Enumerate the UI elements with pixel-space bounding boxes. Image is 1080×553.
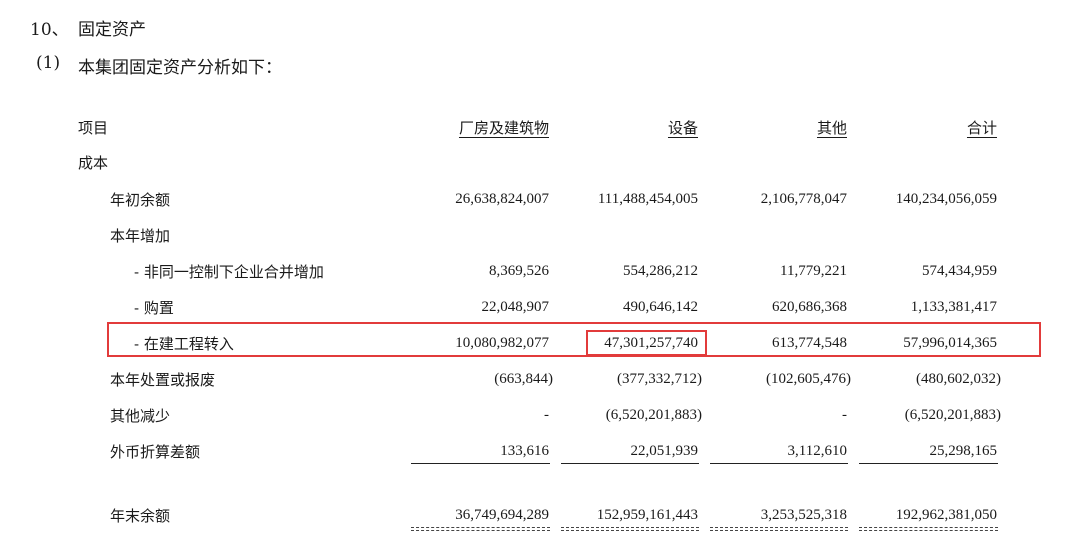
cell-fx-buildings: 133,616 — [500, 443, 549, 459]
total-rule-other-1 — [710, 527, 848, 528]
subtotal-rule-other — [710, 463, 848, 464]
row-label-closing: 年末余额 — [110, 507, 171, 525]
cell-purchase-equipment: 490,646,142 — [623, 299, 698, 315]
cell-otherdec-other: - — [842, 407, 847, 423]
total-rule-buildings-1 — [411, 527, 550, 528]
total-rule-total-2 — [859, 530, 998, 531]
cell-fx-total: 25,298,165 — [929, 443, 998, 459]
cell-disposal-other: (102,605,476) — [766, 371, 851, 387]
cell-closing-equipment: 152,959,161,443 — [596, 507, 698, 523]
cell-closing-total: 192,962,381,050 — [895, 507, 997, 523]
cell-disposal-buildings: (663,844) — [494, 371, 553, 387]
cell-fx-equipment: 22,051,939 — [630, 443, 699, 459]
total-rule-total-1 — [859, 527, 998, 528]
cell-closing-buildings: 36,749,694,289 — [455, 507, 549, 523]
row-label-additions: 本年增加 — [110, 227, 171, 245]
cell-cip-equipment: 47,301,257,740 — [604, 335, 698, 351]
row-label-business-combination: - 非同一控制下企业合并增加 — [134, 263, 324, 281]
cell-cip-other: 613,774,548 — [772, 335, 847, 351]
cell-purchase-total: 1,133,381,417 — [910, 299, 997, 315]
subsection-number: (1) — [36, 53, 61, 73]
cell-cip-total: 57,996,014,365 — [903, 335, 997, 351]
cell-otherdec-total: (6,520,201,883) — [904, 407, 1001, 423]
cell-fx-other: 3,112,610 — [787, 443, 847, 459]
row-label-cost: 成本 — [78, 154, 109, 172]
cell-purchase-buildings: 22,048,907 — [481, 299, 550, 315]
cell-purchase-other: 620,686,368 — [772, 299, 847, 315]
total-rule-buildings-2 — [411, 530, 550, 531]
cell-combination-buildings: 8,369,526 — [489, 263, 549, 279]
row-label-purchase: - 购置 — [134, 299, 174, 317]
section-number: 10、 — [30, 20, 69, 40]
cell-combination-total: 574,434,959 — [922, 263, 997, 279]
section-title: 固定资产 — [78, 20, 146, 40]
subtotal-rule-buildings — [411, 463, 550, 464]
cell-closing-other: 3,253,525,318 — [760, 507, 847, 523]
cell-opening-other: 2,106,778,047 — [760, 191, 847, 207]
cell-opening-equipment: 111,488,454,005 — [597, 191, 698, 207]
row-label-disposal: 本年处置或报废 — [110, 371, 216, 389]
header-item: 项目 — [78, 119, 109, 137]
row-label-opening: 年初余额 — [110, 191, 171, 209]
row-label-other-decrease: 其他减少 — [110, 407, 171, 425]
subtotal-rule-equipment — [561, 463, 699, 464]
header-other: 其他 — [816, 119, 847, 137]
highlight-row-box — [107, 322, 1041, 357]
cell-opening-total: 140,234,056,059 — [895, 191, 997, 207]
subtotal-rule-total — [859, 463, 998, 464]
cell-opening-buildings: 26,638,824,007 — [455, 191, 549, 207]
total-rule-equipment-2 — [561, 530, 699, 531]
cell-disposal-equipment: (377,332,712) — [617, 371, 702, 387]
total-rule-other-2 — [710, 530, 848, 531]
total-rule-equipment-1 — [561, 527, 699, 528]
header-equipment: 设备 — [667, 119, 698, 137]
cell-combination-other: 11,779,221 — [780, 263, 847, 279]
header-buildings: 厂房及建筑物 — [458, 119, 549, 137]
cell-otherdec-buildings: - — [544, 407, 549, 423]
cell-cip-buildings: 10,080,982,077 — [455, 335, 549, 351]
cell-otherdec-equipment: (6,520,201,883) — [605, 407, 702, 423]
cell-disposal-total: (480,602,032) — [916, 371, 1001, 387]
subsection-title: 本集团固定资产分析如下： — [78, 58, 282, 78]
cell-combination-equipment: 554,286,212 — [623, 263, 698, 279]
header-total: 合计 — [966, 119, 997, 137]
row-label-fx: 外币折算差额 — [110, 443, 201, 461]
